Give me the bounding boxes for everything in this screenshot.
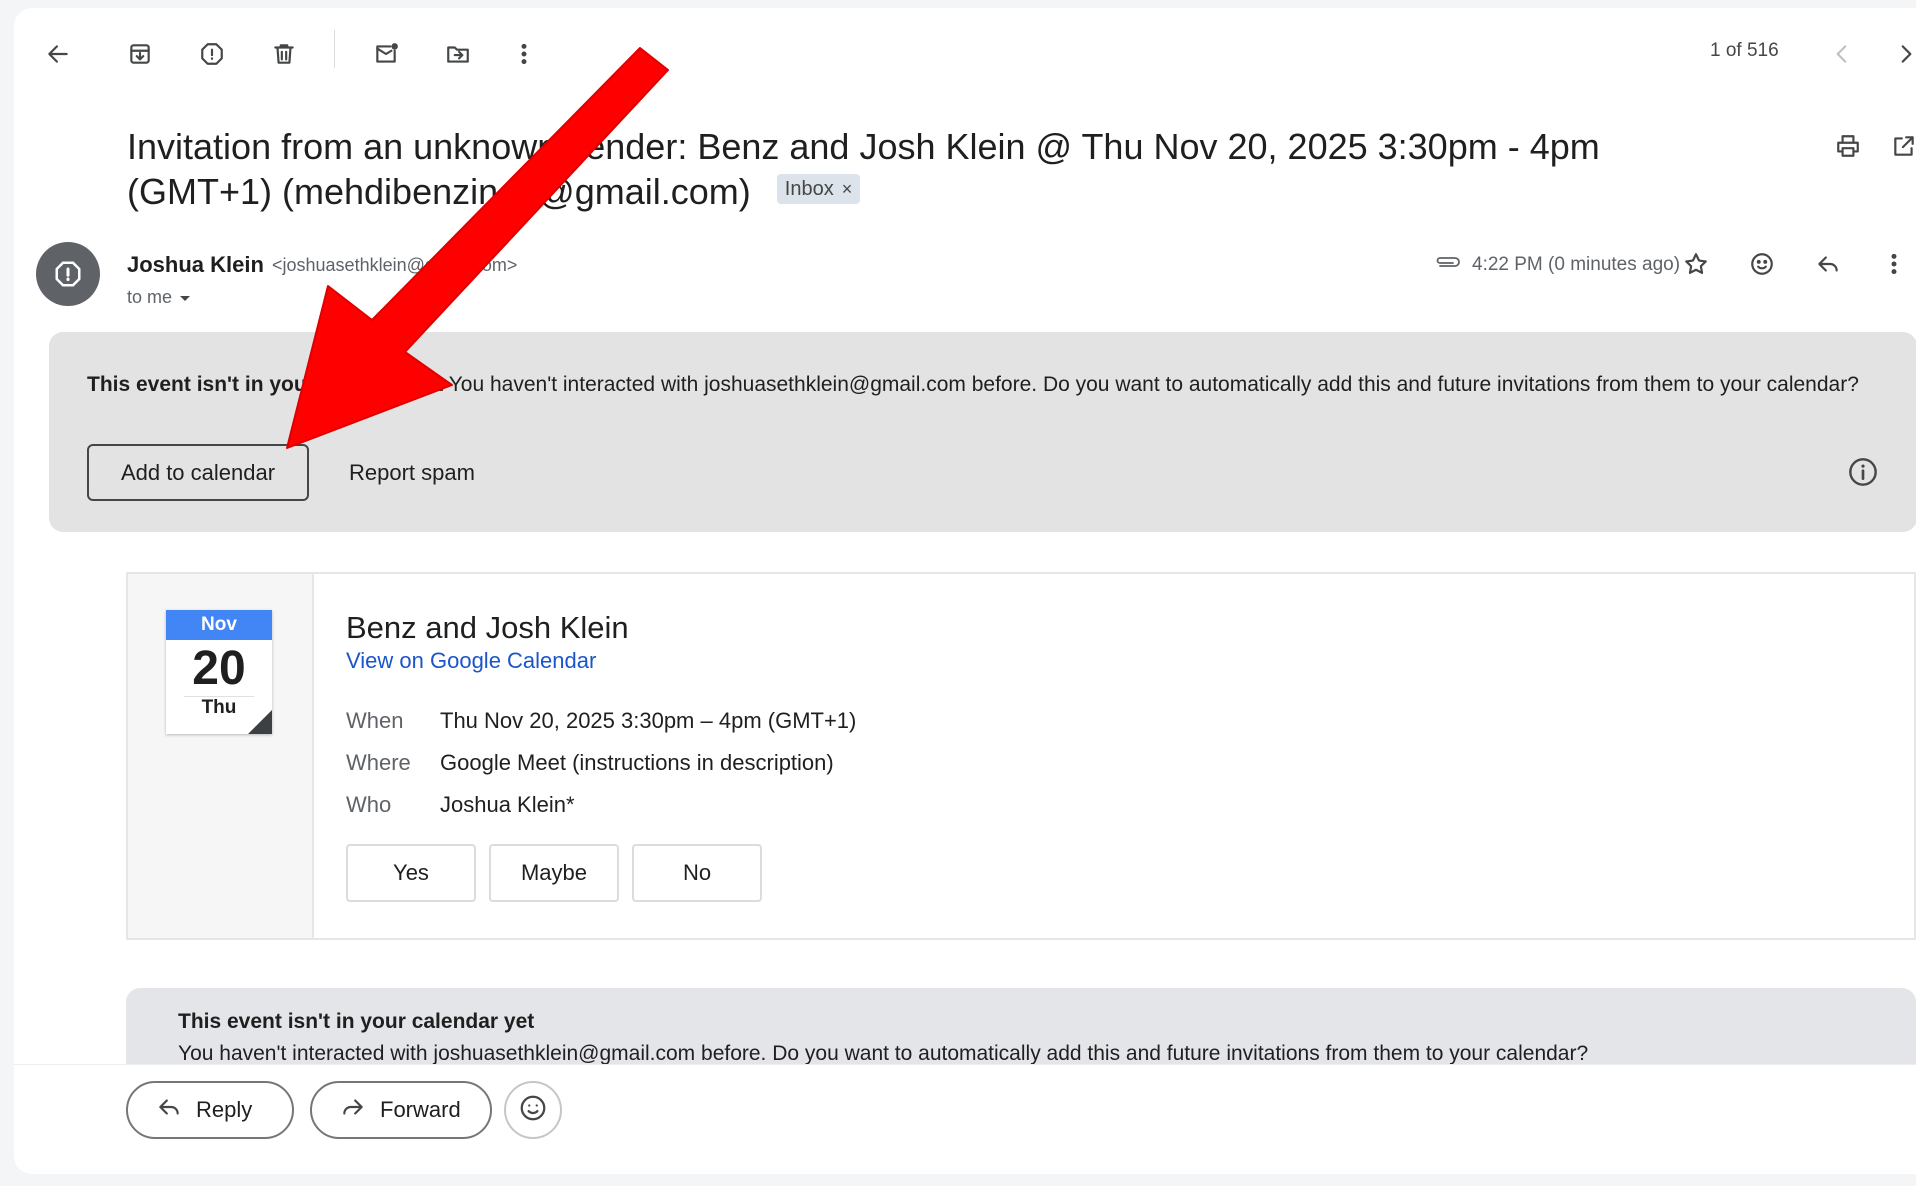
reply-icon[interactable] bbox=[1806, 242, 1850, 286]
label-chip-inbox[interactable]: Inbox × bbox=[776, 174, 861, 205]
more-vert-icon[interactable] bbox=[502, 32, 546, 76]
event-detail-row: Where Google Meet (instructions in descr… bbox=[346, 750, 834, 776]
add-to-calendar-button[interactable]: Add to calendar bbox=[87, 444, 309, 501]
open-new-window-icon[interactable] bbox=[1882, 124, 1916, 168]
page-fold-icon bbox=[248, 710, 272, 734]
event-detail-key: Who bbox=[346, 792, 392, 817]
to-me-text: to me bbox=[127, 287, 173, 307]
calendar-day: 20 bbox=[192, 642, 246, 695]
calendar-invite-card: Nov 20 Thu Benz and Josh Klein View on G… bbox=[126, 572, 1916, 940]
emoji-reaction-button[interactable] bbox=[504, 1081, 562, 1139]
banner-body: You haven't interacted with joshuasethkl… bbox=[443, 373, 1859, 396]
forward-icon bbox=[340, 1094, 366, 1126]
rsvp-no-button[interactable]: No bbox=[632, 844, 762, 902]
reply-button[interactable]: Reply bbox=[126, 1081, 294, 1139]
event-detail-value: Joshua Klein* bbox=[440, 792, 575, 817]
event-detail-row: Who Joshua Klein* bbox=[346, 792, 575, 818]
event-detail-value: Google Meet (instructions in description… bbox=[440, 750, 834, 775]
event-detail-key: When bbox=[346, 708, 404, 733]
event-detail-key: Where bbox=[346, 750, 411, 775]
back-icon[interactable] bbox=[36, 32, 80, 76]
forward-button[interactable]: Forward bbox=[310, 1081, 492, 1139]
report-spam-button[interactable]: Report spam bbox=[349, 444, 475, 501]
report-spam-icon[interactable] bbox=[190, 32, 234, 76]
banner2-title: This event isn't in your calendar yet bbox=[178, 1010, 535, 1033]
emoji-icon bbox=[518, 1093, 548, 1128]
newer-chevron-left-icon[interactable] bbox=[1820, 32, 1864, 76]
banner-title: This event isn't in your calendar yet bbox=[87, 373, 444, 396]
recipients-toggle[interactable]: to me bbox=[127, 287, 192, 308]
event-detail-value: Thu Nov 20, 2025 3:30pm – 4pm (GMT+1) bbox=[440, 708, 857, 733]
banner-message: This event isn't in your calendar yet Yo… bbox=[87, 370, 1887, 399]
unknown-sender-banner: This event isn't in your calendar yet Yo… bbox=[49, 332, 1916, 532]
email-view: 1 of 516 Invitation from an unknown send… bbox=[14, 8, 1916, 1174]
sender-avatar-warning-icon bbox=[36, 242, 100, 306]
forward-label: Forward bbox=[380, 1097, 461, 1122]
time-text: 4:22 PM (0 minutes ago) bbox=[1472, 254, 1681, 275]
archive-icon[interactable] bbox=[118, 32, 162, 76]
calendar-weekday: Thu bbox=[184, 696, 254, 719]
calendar-month: Nov bbox=[166, 610, 272, 640]
banner2-body: You haven't interacted with joshuasethkl… bbox=[178, 1042, 1589, 1065]
invite-date-panel: Nov 20 Thu bbox=[128, 574, 314, 938]
subject-text: Invitation from an unknown sender: Benz … bbox=[127, 126, 1600, 212]
older-chevron-right-icon[interactable] bbox=[1884, 32, 1916, 76]
info-icon[interactable] bbox=[1847, 456, 1879, 488]
rsvp-yes-button[interactable]: Yes bbox=[346, 844, 476, 902]
email-subject: Invitation from an unknown sender: Benz … bbox=[127, 124, 1747, 214]
sender-email: <joshuasethklein@gmail.com> bbox=[272, 255, 518, 275]
reply-icon bbox=[156, 1094, 182, 1126]
delete-icon[interactable] bbox=[262, 32, 306, 76]
add-reaction-icon[interactable] bbox=[1740, 242, 1784, 286]
toolbar-divider bbox=[334, 30, 335, 68]
attachment-icon bbox=[1434, 254, 1462, 276]
print-icon[interactable] bbox=[1826, 124, 1870, 168]
label-chip-text: Inbox bbox=[784, 178, 834, 201]
mark-unread-icon[interactable] bbox=[364, 32, 408, 76]
move-to-icon[interactable] bbox=[436, 32, 480, 76]
view-on-google-calendar-link[interactable]: View on Google Calendar bbox=[346, 648, 596, 674]
message-more-icon[interactable] bbox=[1872, 242, 1916, 286]
pager-count: 1 of 516 bbox=[1710, 40, 1779, 61]
reply-actions-bar: Reply Forward bbox=[14, 1064, 1916, 1174]
sender-name: Joshua Klein bbox=[127, 252, 264, 277]
reply-label: Reply bbox=[196, 1097, 253, 1122]
calendar-date-icon: Nov 20 Thu bbox=[166, 610, 272, 734]
chevron-down-icon bbox=[178, 287, 192, 308]
rsvp-maybe-button[interactable]: Maybe bbox=[489, 844, 619, 902]
event-title: Benz and Josh Klein bbox=[346, 610, 629, 645]
star-icon[interactable] bbox=[1674, 242, 1718, 286]
timestamp: 4:22 PM (0 minutes ago) bbox=[1434, 254, 1680, 276]
event-detail-row: When Thu Nov 20, 2025 3:30pm – 4pm (GMT+… bbox=[346, 708, 856, 734]
remove-label-icon[interactable]: × bbox=[842, 179, 853, 199]
unknown-sender-banner-body: This event isn't in your calendar yet Yo… bbox=[126, 988, 1916, 1072]
